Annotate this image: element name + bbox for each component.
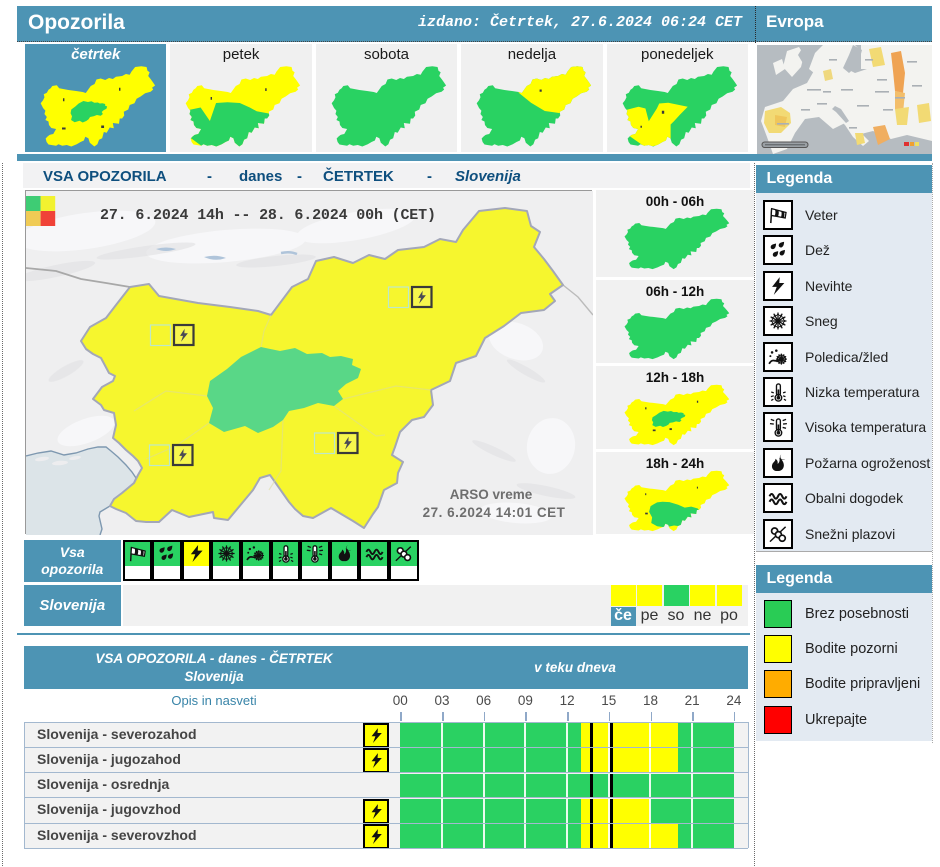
svg-text:27. 6.2024 14:01 CET: 27. 6.2024 14:01 CET [423,505,566,520]
svg-text:ARSO vreme: ARSO vreme [450,487,533,502]
svg-text:27. 6.2024 14h -- 28. 6.2024 0: 27. 6.2024 14h -- 28. 6.2024 00h (CET) [100,207,436,224]
